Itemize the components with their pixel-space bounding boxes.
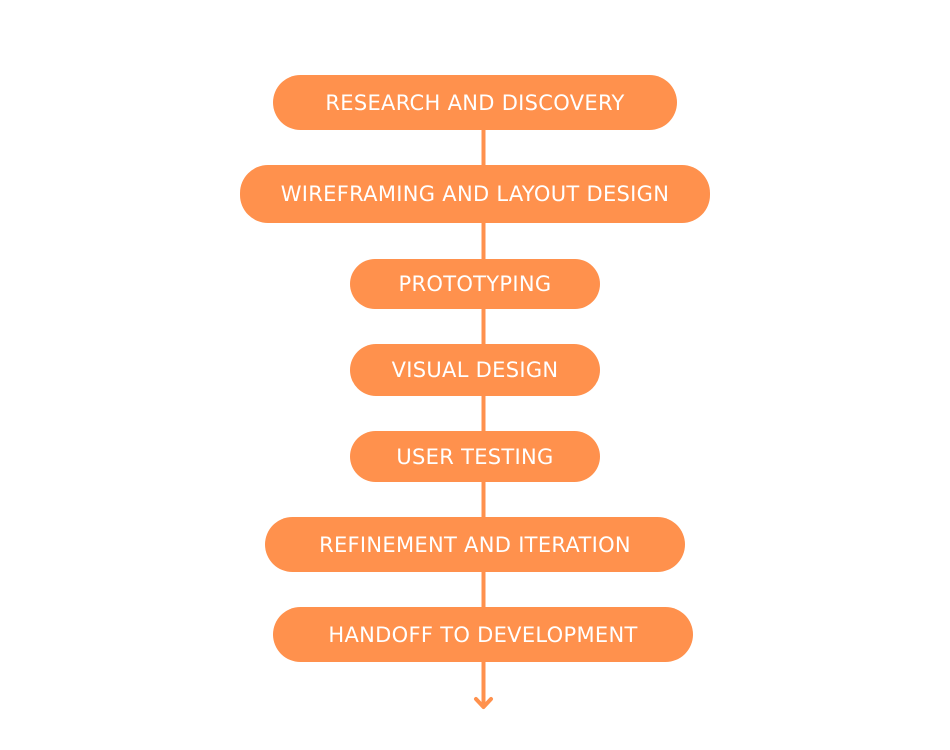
step-refinement-and-iteration: REFINEMENT AND ITERATION (265, 517, 685, 572)
step-wireframing-and-layout-design: WIREFRAMING AND LAYOUT DESIGN (240, 165, 710, 223)
step-user-testing: USER TESTING (350, 431, 600, 482)
step-prototyping: PROTOTYPING (350, 259, 600, 309)
step-handoff-to-development: HANDOFF TO DEVELOPMENT (273, 607, 693, 662)
step-visual-design: VISUAL DESIGN (350, 344, 600, 396)
step-research-and-discovery: RESEARCH AND DISCOVERY (273, 75, 677, 130)
